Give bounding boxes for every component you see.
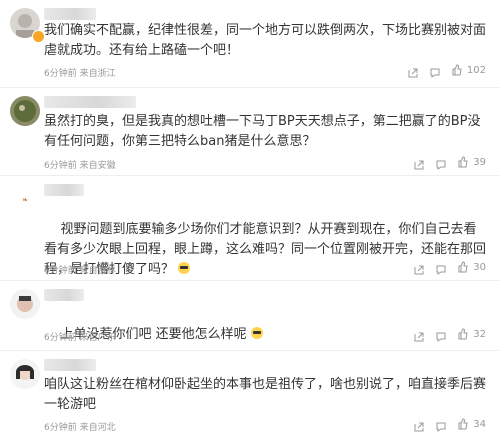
comment-item: 咱队这让粉丝在棺材仰卧起坐的本事也是祖传了，啥也别说了，咱直接季后赛一轮游吧 6… [0, 351, 500, 440]
comment-item: 虽然打的臭，但是我真的想吐槽一下马丁BP天天想点子，第二把赢了的BP没有任何问题… [0, 88, 500, 176]
comment-text: 咱队这让粉丝在棺材仰卧起坐的本事也是祖传了，啥也别说了，咱直接季后赛一轮游吧 [44, 377, 487, 412]
share-icon[interactable] [407, 64, 419, 78]
avatar[interactable] [10, 359, 40, 389]
comment-item: ❧ 视野问题到底要输多少场你们才能意识到？从开赛到现在，你们自己去看看有多少次眼… [0, 176, 500, 281]
avatar[interactable]: ❧ [10, 184, 40, 214]
username-blurred[interactable] [44, 8, 96, 20]
comment-actions: 32 [413, 328, 486, 342]
share-icon[interactable] [413, 156, 425, 170]
username-blurred[interactable] [44, 359, 96, 371]
share-icon[interactable] [413, 328, 425, 342]
avatar[interactable] [10, 96, 40, 126]
like-button[interactable]: 39 [457, 156, 486, 168]
share-icon[interactable] [413, 261, 425, 275]
like-count: 39 [473, 156, 486, 168]
emoji-icon [178, 262, 191, 274]
comment-icon[interactable] [435, 156, 447, 170]
username-blurred[interactable] [44, 289, 84, 301]
comment-meta: 6分钟前 来自吉林 [44, 266, 116, 276]
comment-actions: 34 [413, 418, 486, 432]
comment-item: 上单没惹你们吧 还要他怎么样呢 6分钟前 来自广东 32 [0, 281, 500, 351]
like-button[interactable]: 32 [457, 328, 486, 340]
like-icon [452, 64, 462, 76]
like-icon [458, 328, 468, 340]
like-icon [458, 418, 468, 430]
emoji-icon [250, 327, 263, 339]
username-blurred[interactable] [44, 96, 136, 108]
comment-actions: 102 [407, 64, 486, 78]
comment-icon[interactable] [435, 418, 447, 432]
comment-item: 我们确实不配赢，纪律性很差，同一个地方可以跌倒两次，下场比赛别被对面虐就成功。还… [0, 0, 500, 88]
comment-text: 我们确实不配赢，纪律性很差，同一个地方可以跌倒两次，下场比赛别被对面虐就成功。还… [44, 23, 487, 58]
username-blurred[interactable] [44, 184, 84, 196]
like-count: 30 [473, 261, 486, 273]
comment-meta: 6分钟前 来自河北 [44, 423, 116, 433]
like-button[interactable]: 30 [457, 261, 486, 273]
svg-text:❧: ❧ [22, 196, 28, 204]
like-icon [458, 156, 468, 168]
comment-meta: 6分钟前 来自安徽 [44, 161, 116, 171]
share-icon[interactable] [413, 418, 425, 432]
comment-actions: 30 [413, 261, 486, 275]
comment-icon[interactable] [435, 328, 447, 342]
comment-meta: 6分钟前 来自浙江 [44, 69, 116, 79]
like-button[interactable]: 34 [457, 418, 486, 430]
like-count: 32 [473, 328, 486, 340]
like-count: 102 [466, 64, 486, 76]
comment-text: 虽然打的臭，但是我真的想吐槽一下马丁BP天天想点子，第二把赢了的BP没有任何问题… [44, 114, 481, 149]
like-icon [458, 261, 468, 273]
comment-actions: 39 [413, 156, 486, 170]
like-button[interactable]: 102 [451, 64, 486, 76]
comment-icon[interactable] [435, 261, 447, 275]
avatar[interactable] [10, 289, 40, 319]
comment-icon[interactable] [429, 64, 441, 78]
comment-meta: 6分钟前 来自广东 [44, 333, 116, 343]
like-count: 34 [473, 418, 486, 430]
